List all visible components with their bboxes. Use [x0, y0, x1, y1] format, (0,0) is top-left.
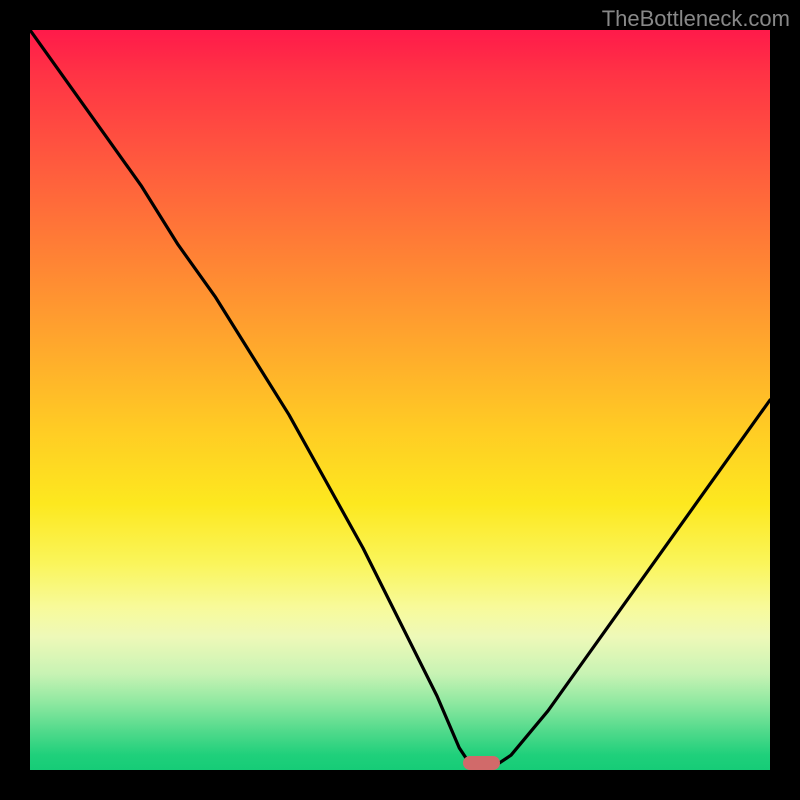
- bottleneck-curve: [30, 30, 770, 770]
- watermark-text: TheBottleneck.com: [602, 6, 790, 32]
- optimum-marker: [463, 756, 500, 770]
- chart-plot-area: [30, 30, 770, 770]
